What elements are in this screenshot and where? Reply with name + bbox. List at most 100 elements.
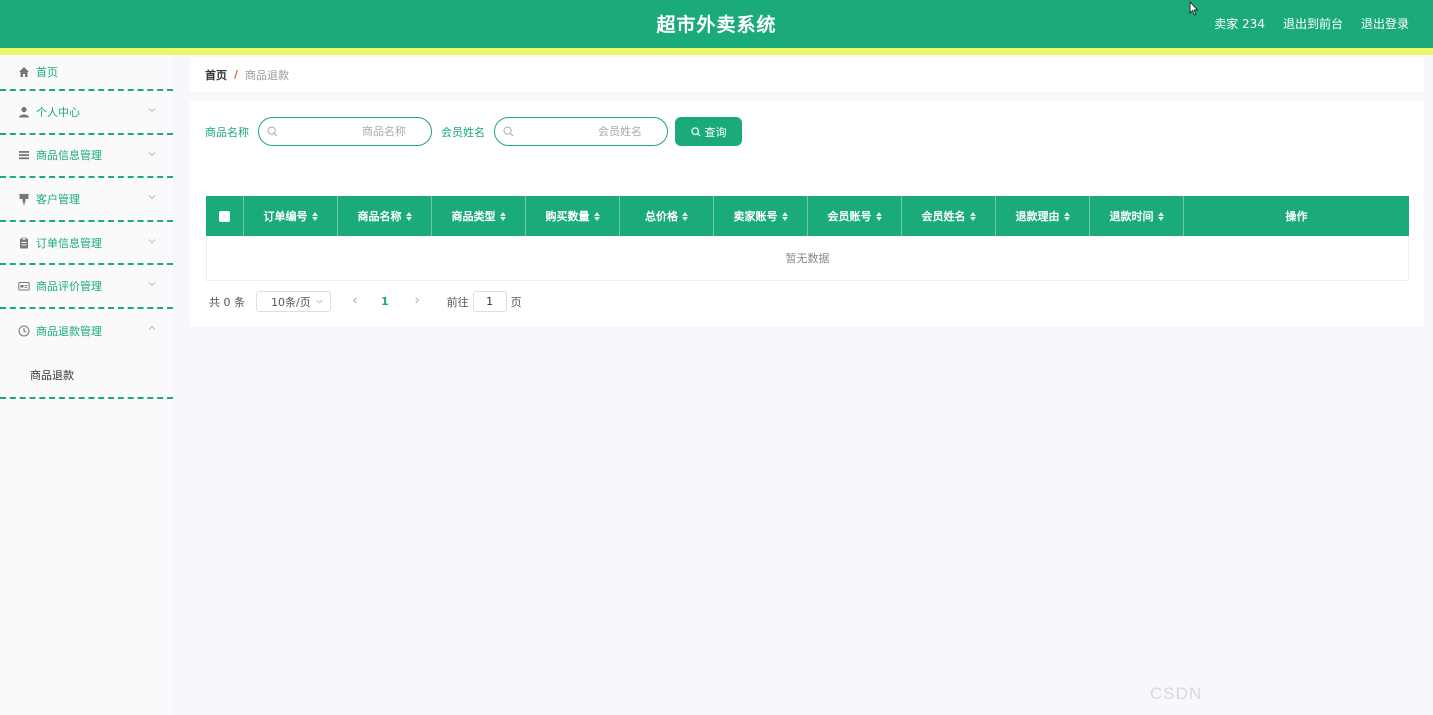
exit-to-front-link[interactable]: 退出到前台 — [1283, 15, 1343, 32]
goto-page-input[interactable] — [472, 291, 507, 312]
sort-icon — [875, 211, 882, 221]
page-unit-label: 页 — [510, 295, 522, 309]
column-header-label: 操作 — [1285, 210, 1308, 223]
breadcrumb-current: 商品退款 — [245, 68, 290, 82]
sort-icon — [682, 211, 688, 221]
column-header-refund-time[interactable]: 退款时间 — [1090, 196, 1184, 236]
page-size-value: 10条/页 — [271, 295, 311, 309]
column-header-label: 卖家账号 — [733, 210, 778, 223]
sort-icon — [499, 211, 506, 221]
empty-text: 暂无数据 — [785, 252, 830, 265]
column-header-label: 订单编号 — [263, 210, 308, 223]
header-accent-stripe — [0, 48, 1433, 55]
sidebar-item-product-review[interactable]: 商品评价管理 — [0, 265, 173, 309]
sidebar-item-label: 客户管理 — [36, 192, 80, 206]
column-header-label: 退款理由 — [1015, 210, 1060, 223]
breadcrumb-home[interactable]: 首页 — [205, 67, 227, 83]
chevron-right-icon — [414, 297, 419, 304]
member-name-input-wrapper — [494, 117, 668, 146]
product-name-input[interactable] — [278, 120, 418, 143]
sidebar-item-label: 商品退款管理 — [36, 324, 102, 338]
chevron-down-icon — [148, 195, 156, 200]
top-bar: 超市外卖系统 卖家 234 退出到前台 退出登录 — [0, 0, 1433, 48]
column-header-label: 会员姓名 — [921, 210, 966, 223]
column-header-refund-reason[interactable]: 退款理由 — [996, 196, 1090, 236]
sidebar-item-refund-management[interactable]: 商品退款管理 — [0, 309, 173, 353]
user-icon — [17, 105, 30, 118]
sort-icon — [1157, 211, 1164, 221]
chevron-down-icon — [148, 108, 156, 113]
product-name-input-wrapper — [258, 117, 432, 146]
sort-icon — [311, 211, 318, 221]
column-header-product-type[interactable]: 商品类型 — [432, 196, 526, 236]
sort-icon — [593, 211, 600, 221]
chevron-down-icon — [148, 282, 156, 287]
table-header: 订单编号 商品名称 商品类型 购买数量 总价格 卖家账号 会员账号 会员姓名 退… — [206, 196, 1409, 236]
next-page-button[interactable] — [411, 295, 423, 308]
page-number-current[interactable]: 1 — [381, 295, 389, 308]
column-header-order-no[interactable]: 订单编号 — [244, 196, 338, 236]
column-header-quantity[interactable]: 购买数量 — [526, 196, 620, 236]
query-button-label: 查询 — [704, 125, 727, 139]
sidebar-item-label: 商品信息管理 — [36, 149, 102, 163]
sidebar-item-personal-center[interactable]: 个人中心 — [0, 91, 173, 135]
refund-table: 订单编号 商品名称 商品类型 购买数量 总价格 卖家账号 会员账号 会员姓名 退… — [206, 196, 1409, 281]
chevron-down-icon — [316, 299, 323, 304]
breadcrumb: 首页 / 商品退款 — [190, 57, 1424, 92]
column-header-label: 购买数量 — [545, 210, 590, 223]
page-size-select[interactable]: 10条/页 — [256, 291, 331, 312]
column-header-label: 退款时间 — [1109, 210, 1154, 223]
chevron-down-icon — [148, 238, 156, 243]
column-header-seller-account[interactable]: 卖家账号 — [714, 196, 808, 236]
sort-icon — [1063, 211, 1070, 221]
sidebar-item-label: 订单信息管理 — [36, 236, 102, 250]
sidebar-item-label: 首页 — [36, 66, 58, 79]
sidebar-item-product-info[interactable]: 商品信息管理 — [0, 135, 173, 179]
clock-icon — [17, 324, 30, 337]
query-button[interactable]: 查询 — [675, 117, 742, 146]
sort-icon — [405, 211, 412, 221]
main-content-card: 商品名称 会员姓名 查询 订单编号 商品名称 商品类型 购买数量 总价格 卖家账… — [190, 101, 1424, 327]
select-all-cell — [206, 196, 244, 236]
search-icon — [267, 126, 278, 137]
clipboard-icon — [17, 236, 30, 249]
list-icon — [17, 149, 30, 162]
sidebar-item-label: 商品评价管理 — [36, 280, 102, 294]
select-all-checkbox[interactable] — [219, 210, 230, 222]
column-header-member-account[interactable]: 会员账号 — [808, 196, 902, 236]
search-icon — [690, 126, 701, 137]
sort-icon — [781, 211, 788, 221]
sidebar-item-home[interactable]: 首页 — [0, 55, 173, 91]
mouse-cursor-icon — [1189, 1, 1199, 16]
sidebar-subitem-refund[interactable]: 商品退款 — [0, 353, 173, 399]
column-header-product-name[interactable]: 商品名称 — [338, 196, 432, 236]
pagination: 共 0 条 10条/页 1 前往 页 — [209, 291, 522, 312]
table-empty-row: 暂无数据 — [206, 236, 1409, 281]
column-header-label: 商品名称 — [357, 210, 402, 223]
product-name-label: 商品名称 — [205, 125, 249, 139]
column-header-total-price[interactable]: 总价格 — [620, 196, 714, 236]
sidebar-item-order-info[interactable]: 订单信息管理 — [0, 222, 173, 266]
goto-label: 前往 — [446, 295, 469, 309]
search-bar: 商品名称 会员姓名 查询 — [205, 117, 742, 146]
stamp-icon — [17, 192, 30, 205]
logout-link[interactable]: 退出登录 — [1361, 15, 1409, 32]
search-icon — [503, 126, 514, 137]
breadcrumb-separator: / — [234, 68, 239, 81]
total-count: 共 0 条 — [209, 295, 245, 309]
id-card-icon — [17, 280, 30, 293]
sidebar: 首页 个人中心 商品信息管理 客户管理 订单信息管理 商品评价管理 商品退款管理… — [0, 55, 173, 715]
member-name-label: 会员姓名 — [441, 125, 485, 139]
prev-page-button[interactable] — [349, 295, 361, 308]
watermark: CSDN — [1150, 684, 1203, 703]
home-icon — [17, 66, 30, 79]
sidebar-item-label: 个人中心 — [36, 105, 80, 119]
member-name-input[interactable] — [514, 120, 654, 143]
column-header-member-name[interactable]: 会员姓名 — [902, 196, 996, 236]
column-header-label: 商品类型 — [451, 210, 496, 223]
column-header-label: 总价格 — [645, 210, 678, 223]
chevron-up-icon — [148, 325, 156, 330]
chevron-left-icon — [353, 297, 357, 304]
chevron-down-icon — [148, 151, 156, 156]
sidebar-item-customer[interactable]: 客户管理 — [0, 178, 173, 222]
